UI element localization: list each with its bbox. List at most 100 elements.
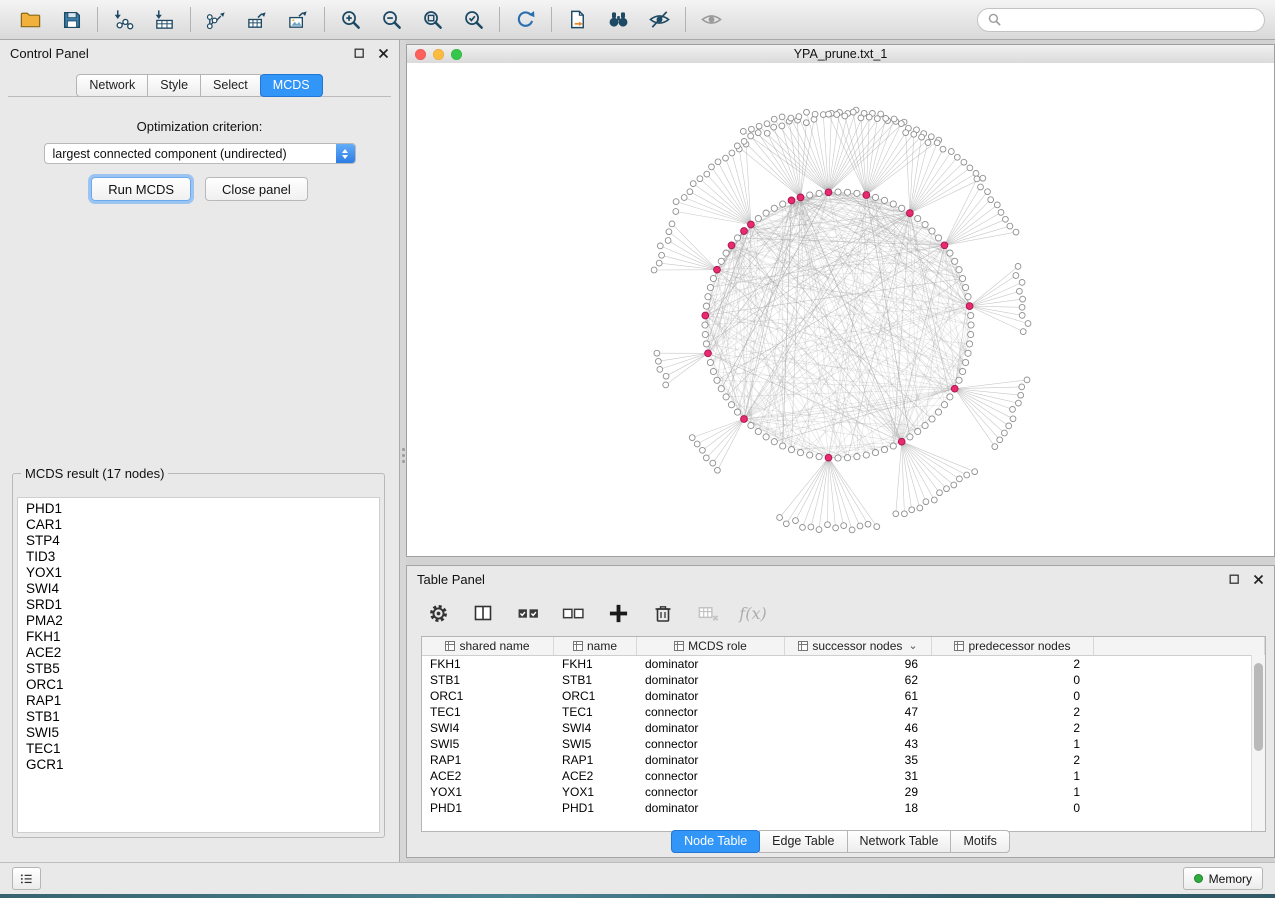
cell: 2 <box>932 705 1094 719</box>
open-file-button[interactable] <box>10 4 51 36</box>
run-mcds-button[interactable]: Run MCDS <box>91 177 191 201</box>
mcds-result-item[interactable]: GCR1 <box>26 757 371 773</box>
mcds-result-item[interactable]: TEC1 <box>26 741 371 757</box>
zoom-in-button[interactable] <box>330 4 371 36</box>
float-icon <box>354 48 365 59</box>
float-panel-button[interactable] <box>353 47 365 59</box>
select-all-icon <box>517 602 540 625</box>
export-network-icon <box>205 8 228 31</box>
tab-node-table[interactable]: Node Table <box>671 830 760 853</box>
memory-button[interactable]: Memory <box>1183 867 1263 890</box>
close-panel-button[interactable]: Close panel <box>205 177 308 201</box>
tab-mcds[interactable]: MCDS <box>260 74 323 97</box>
column-header-successor-nodes[interactable]: successor nodes⌄ <box>785 637 932 655</box>
optimization-dropdown[interactable]: largest connected component (undirected) <box>44 143 356 164</box>
cell: dominator <box>637 689 785 703</box>
cell: 31 <box>785 769 932 783</box>
table-row[interactable]: YOX1YOX1connector291 <box>422 784 1265 800</box>
tab-motifs[interactable]: Motifs <box>950 830 1009 853</box>
table-row[interactable]: RAP1RAP1dominator352 <box>422 752 1265 768</box>
network-window-titlebar[interactable]: YPA_prune.txt_1 <box>407 45 1274 64</box>
deselect-all-button[interactable] <box>560 600 586 626</box>
table-settings-button[interactable] <box>425 600 451 626</box>
delete-row-button[interactable] <box>650 600 676 626</box>
mcds-result-item[interactable]: CAR1 <box>26 517 371 533</box>
show-hidden-button[interactable] <box>691 4 732 36</box>
table-row[interactable]: SWI5SWI5connector431 <box>422 736 1265 752</box>
table-row[interactable]: TEC1TEC1connector472 <box>422 704 1265 720</box>
export-network-button[interactable] <box>196 4 237 36</box>
table-row[interactable]: ORC1ORC1dominator610 <box>422 688 1265 704</box>
mcds-result-item[interactable]: PMA2 <box>26 613 371 629</box>
table-scrollbar[interactable] <box>1251 655 1265 831</box>
close-panel-x-button[interactable] <box>377 47 389 59</box>
mcds-result-list[interactable]: PHD1CAR1STP4TID3YOX1SWI4SRD1PMA2FKH1ACE2… <box>17 497 380 833</box>
mcds-result-item[interactable]: STB5 <box>26 661 371 677</box>
cytoscape-window: Control Panel NetworkStyleSelectMCDS Opt… <box>0 0 1275 898</box>
close-window-button[interactable] <box>415 49 426 60</box>
search-field[interactable] <box>977 8 1265 32</box>
mcds-result-item[interactable]: SRD1 <box>26 597 371 613</box>
close-table-panel-button[interactable] <box>1252 573 1264 585</box>
mcds-result-item[interactable]: SWI5 <box>26 725 371 741</box>
zoom-out-button[interactable] <box>371 4 412 36</box>
cell: 0 <box>932 689 1094 703</box>
mcds-result-item[interactable]: PHD1 <box>26 501 371 517</box>
export-table-button[interactable] <box>237 4 278 36</box>
function-builder-button[interactable]: f(x) <box>740 600 766 626</box>
mcds-result-item[interactable]: TID3 <box>26 549 371 565</box>
delete-table-button[interactable] <box>695 600 721 626</box>
refresh-view-button[interactable] <box>505 4 546 36</box>
tab-edge-table[interactable]: Edge Table <box>759 830 847 853</box>
share-document-button[interactable] <box>557 4 598 36</box>
column-header-filler <box>1094 637 1265 655</box>
refresh-icon <box>514 8 537 31</box>
save-session-button[interactable] <box>51 4 92 36</box>
column-header-name[interactable]: name <box>554 637 637 655</box>
cell: 2 <box>932 657 1094 671</box>
network-canvas[interactable] <box>407 63 1274 556</box>
table-row[interactable]: PHD1PHD1dominator180 <box>422 800 1265 816</box>
tab-style[interactable]: Style <box>147 74 201 97</box>
mcds-result-item[interactable]: STP4 <box>26 533 371 549</box>
table-row[interactable]: FKH1FKH1dominator962 <box>422 656 1265 672</box>
split-column-button[interactable] <box>470 600 496 626</box>
deselect-all-icon <box>562 602 585 625</box>
table-row[interactable]: STB1STB1dominator620 <box>422 672 1265 688</box>
table-row[interactable]: SWI4SWI4dominator462 <box>422 720 1265 736</box>
export-image-button[interactable] <box>278 4 319 36</box>
column-header-predecessor-nodes[interactable]: predecessor nodes <box>932 637 1094 655</box>
mcds-result-item[interactable]: STB1 <box>26 709 371 725</box>
cell: connector <box>637 737 785 751</box>
column-header-shared-name[interactable]: shared name <box>422 637 554 655</box>
zoom-fit-button[interactable] <box>412 4 453 36</box>
select-all-button[interactable] <box>515 600 541 626</box>
network-graph[interactable] <box>407 63 1274 556</box>
mcds-result-item[interactable]: YOX1 <box>26 565 371 581</box>
table-row[interactable]: ACE2ACE2connector311 <box>422 768 1265 784</box>
mcds-result-item[interactable]: ORC1 <box>26 677 371 693</box>
tab-select[interactable]: Select <box>200 74 261 97</box>
search-network-button[interactable] <box>598 4 639 36</box>
float-table-panel-button[interactable] <box>1228 573 1240 585</box>
tab-network[interactable]: Network <box>76 74 148 97</box>
mcds-result-item[interactable]: FKH1 <box>26 629 371 645</box>
mcds-result-item[interactable]: SWI4 <box>26 581 371 597</box>
tab-network-table[interactable]: Network Table <box>847 830 952 853</box>
split-column-icon <box>472 602 494 624</box>
mcds-result-item[interactable]: RAP1 <box>26 693 371 709</box>
import-network-button[interactable] <box>103 4 144 36</box>
add-row-button[interactable] <box>605 600 631 626</box>
cell: FKH1 <box>422 657 554 671</box>
scrollbar-thumb[interactable] <box>1254 663 1263 751</box>
hide-selected-button[interactable] <box>639 4 680 36</box>
import-table-button[interactable] <box>144 4 185 36</box>
mcds-result-item[interactable]: ACE2 <box>26 645 371 661</box>
column-header-MCDS-role[interactable]: MCDS role <box>637 637 785 655</box>
minimize-window-button[interactable] <box>433 49 444 60</box>
search-input[interactable] <box>1007 12 1255 28</box>
maximize-window-button[interactable] <box>451 49 462 60</box>
panel-menu-button[interactable] <box>12 867 41 890</box>
desktop-strip <box>0 894 1275 898</box>
zoom-selected-button[interactable] <box>453 4 494 36</box>
